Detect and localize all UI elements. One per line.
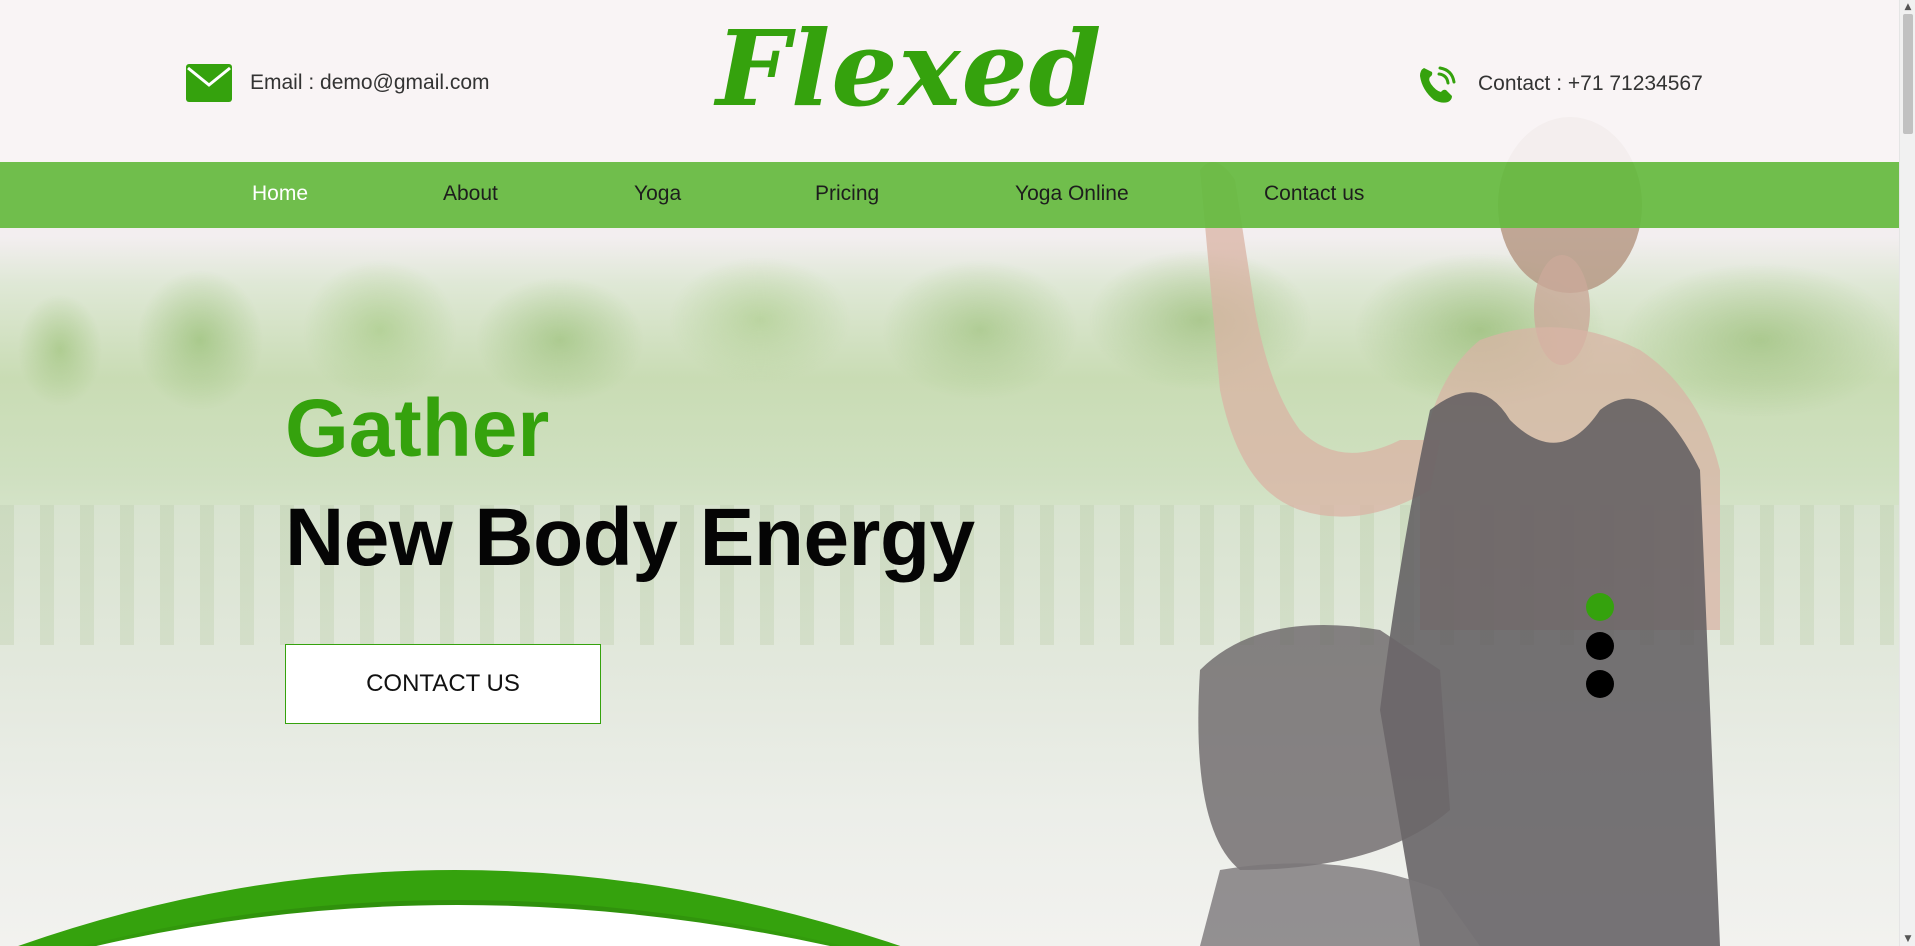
decorative-green-arc [18, 870, 901, 946]
top-header: Email : demo@gmail.com Flexed Contact : … [0, 0, 1899, 162]
nav-item-yoga[interactable]: Yoga [634, 182, 681, 206]
phone-contact[interactable]: Contact : +71 71234567 [1416, 62, 1703, 106]
main-navigation: Home About Yoga Pricing Yoga Online Cont… [0, 162, 1899, 228]
slider-dot-3[interactable] [1586, 670, 1614, 698]
envelope-icon [186, 64, 232, 102]
email-contact[interactable]: Email : demo@gmail.com [186, 64, 490, 102]
slider-dot-2[interactable] [1586, 632, 1614, 660]
hero-kicker: Gather [285, 383, 550, 474]
yoga-woman-figure [1198, 117, 1720, 946]
nav-item-about[interactable]: About [443, 182, 498, 206]
scroll-down-arrow-icon[interactable]: ▼ [1900, 932, 1915, 946]
scrollbar-thumb[interactable] [1903, 14, 1913, 134]
scroll-up-arrow-icon[interactable]: ▲ [1900, 0, 1915, 14]
site-logo[interactable]: Flexed [716, 11, 1102, 126]
nav-item-yoga-online[interactable]: Yoga Online [1015, 182, 1129, 206]
slider-dot-1[interactable] [1586, 593, 1614, 621]
hero-title: New Body Energy [285, 492, 975, 583]
nav-item-home[interactable]: Home [252, 182, 308, 206]
phone-number: Contact : +71 71234567 [1478, 72, 1703, 95]
phone-icon [1420, 66, 1456, 103]
page-scrollbar[interactable]: ▲ ▼ [1899, 0, 1915, 946]
contact-us-button[interactable]: CONTACT US [285, 644, 601, 724]
nav-item-pricing[interactable]: Pricing [815, 182, 879, 206]
nav-item-contact-us[interactable]: Contact us [1264, 182, 1364, 206]
email-address: Email : demo@gmail.com [250, 71, 490, 94]
